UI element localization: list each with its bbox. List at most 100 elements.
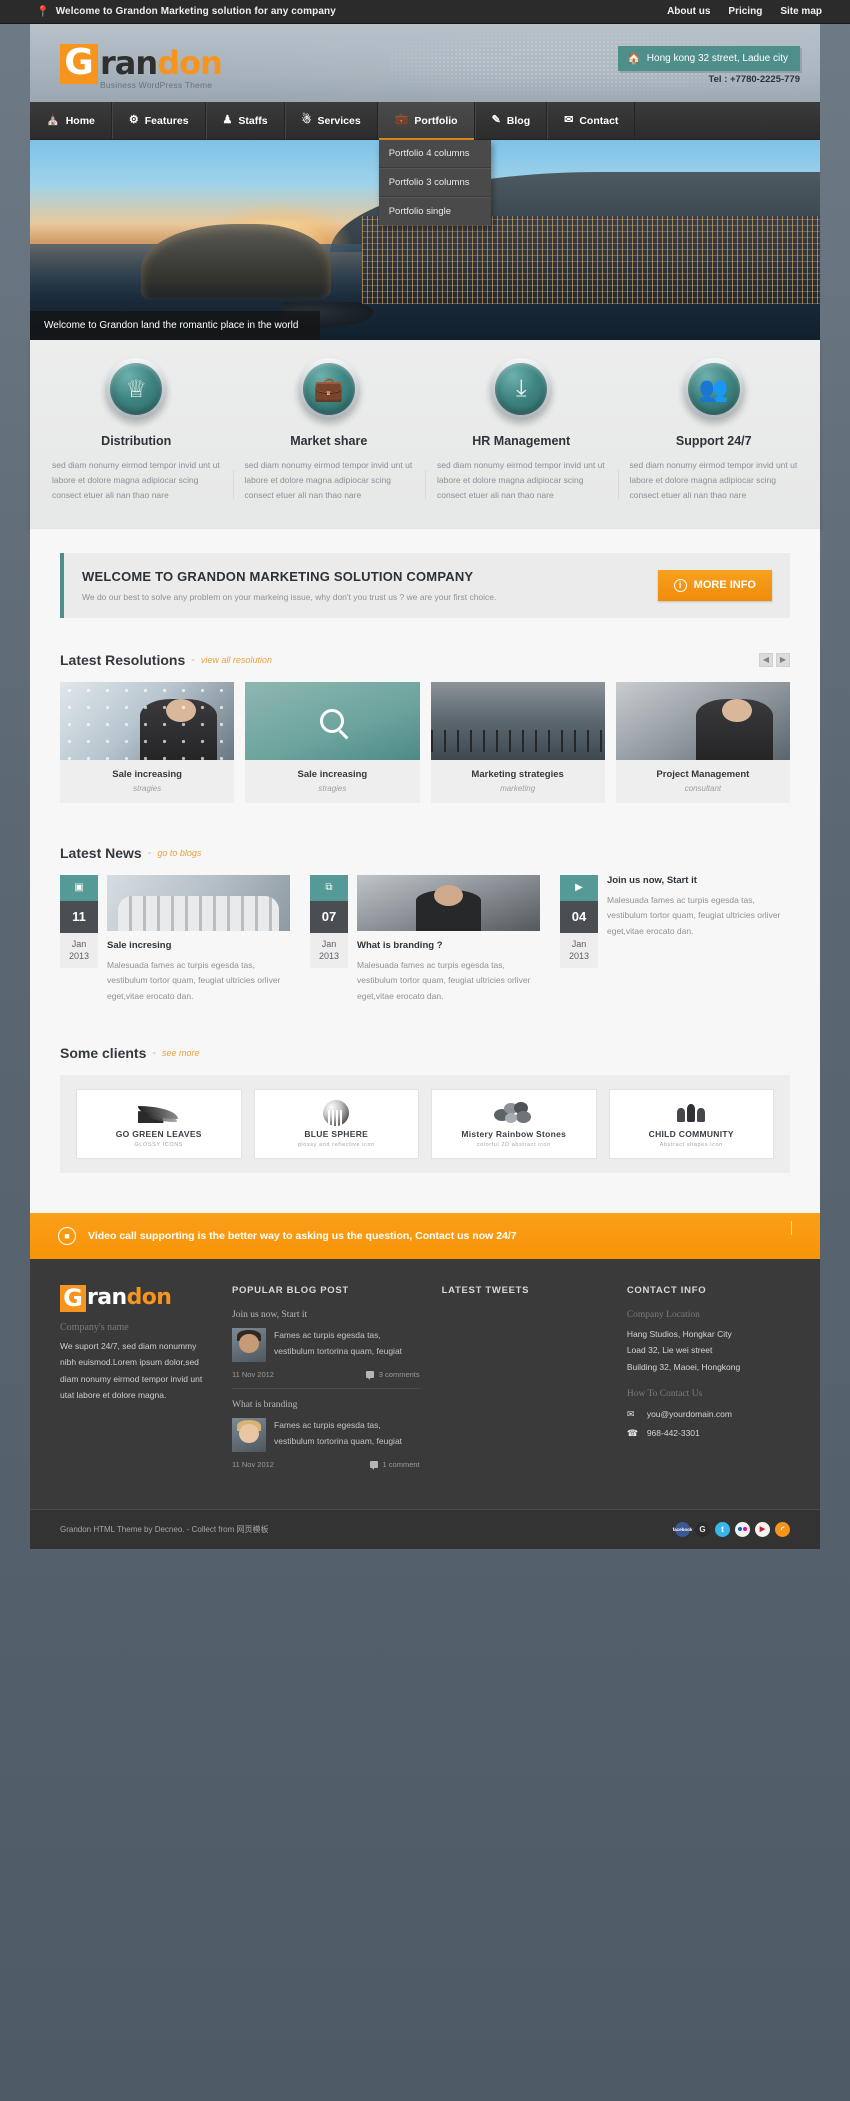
feature-card-distribution[interactable]: ♕ Distribution sed diam nonumy eirmod te… <box>40 358 233 503</box>
view-all-resolution-link[interactable]: view all resolution <box>201 655 272 665</box>
google-plus-icon[interactable]: G <box>695 1521 710 1537</box>
social-links: facebook G t ▶ ◜ <box>673 1521 790 1537</box>
news-item[interactable]: ▣ 11 Jan 2013 Sale incresing Malesuada f… <box>60 874 290 1005</box>
news-day: 04 <box>560 900 598 933</box>
feature-icon-badge: 💼 <box>297 358 360 420</box>
see-more-clients-link[interactable]: see more <box>162 1048 200 1058</box>
how-to-contact-label: How To Contact Us <box>626 1389 703 1400</box>
dropdown-item-portfolio-3-columns[interactable]: Portfolio 3 columns <box>378 168 491 197</box>
dropdown-item-portfolio-4-columns[interactable]: Portfolio 4 columns <box>378 140 491 168</box>
feature-text: sed diam nonumy eirmod tempor invid unt … <box>52 460 220 500</box>
news-month: Jan <box>71 938 87 949</box>
footer-post-comments[interactable]: 3 comments <box>379 1370 420 1379</box>
client-name: GO GREEN LEAVES <box>115 1128 202 1139</box>
address-badge: 🏠 Hong kong 32 street, Ladue city <box>618 46 800 71</box>
go-to-blogs-link[interactable]: go to blogs <box>157 848 201 858</box>
nav-label: Blog <box>506 114 531 127</box>
news-month: Jan <box>571 938 587 949</box>
nav-item-portfolio[interactable]: 💼 Portfolio Portfolio 4 columns Portfoli… <box>377 102 491 225</box>
client-card[interactable]: Mistery Rainbow Stones colorful 2D abstr… <box>431 1088 597 1159</box>
rss-icon[interactable]: ◜ <box>775 1521 790 1537</box>
top-link-pricing[interactable]: Pricing <box>728 6 762 17</box>
copyright-text: Grandon HTML Theme by Decneo. - Collect … <box>60 1524 269 1534</box>
footer-column-heading: POPULAR BLOG POST <box>232 1284 349 1296</box>
footer-bottom-bar: Grandon HTML Theme by Decneo. - Collect … <box>30 1508 820 1549</box>
site-header: G randon Business WordPress Theme 🏠 Hong… <box>30 24 820 102</box>
clients-header: Some clients - see more <box>60 1045 790 1061</box>
news-text: Malesuada fames ac turpis egesda tas, ve… <box>357 959 531 1002</box>
client-card[interactable]: GO GREEN LEAVES GLOSSY ICONS <box>76 1088 242 1159</box>
facebook-icon[interactable]: facebook <box>673 1521 692 1537</box>
feature-title: Market share <box>290 434 368 448</box>
location-pin-icon: 📍 <box>36 6 50 18</box>
resolution-card[interactable]: Marketing strategies marketing <box>430 681 605 803</box>
nav-item-blog[interactable]: ✎ Blog <box>474 102 548 139</box>
info-circle-icon: i <box>673 578 687 592</box>
site-logo[interactable]: G randon Business WordPress Theme <box>60 44 223 90</box>
top-link-site-map[interactable]: Site map <box>780 6 822 17</box>
nav-item-services[interactable]: ☃ Services <box>284 102 378 139</box>
section-title: Some clients <box>60 1044 147 1061</box>
footer-post-date: 11 Nov 2012 <box>232 1459 274 1469</box>
resolution-card[interactable]: Project Management consultant <box>615 681 790 803</box>
footer-post-text: Fames ac turpis egesda tas, vestibulum t… <box>274 1329 403 1356</box>
client-name: Mistery Rainbow Stones <box>461 1128 567 1139</box>
news-date-badge: ▣ 11 Jan 2013 <box>60 874 98 1005</box>
feature-card-hr-management[interactable]: ⤓ HR Management sed diam nonumy eirmod t… <box>425 358 618 503</box>
news-item[interactable]: ▶ 04 Jan 2013 Join us now, Start it Male… <box>560 874 790 1005</box>
footer-blog-column: POPULAR BLOG POST Join us now, Start it … <box>232 1285 420 1489</box>
company-location-line: Hang Studios, Hongkar City <box>626 1328 732 1339</box>
resolution-card[interactable]: Sale increasing stragies <box>60 681 235 803</box>
footer-logo-part2: don <box>126 1284 172 1310</box>
twitter-icon[interactable]: t <box>715 1521 730 1537</box>
youtube-icon[interactable]: ▶ <box>755 1521 770 1537</box>
news-day: 11 <box>60 900 98 933</box>
footer-blog-post[interactable]: Join us now, Start it Fames ac turpis eg… <box>232 1310 420 1389</box>
footer-logo[interactable]: G randon <box>60 1284 210 1312</box>
footer-blog-post[interactable]: What is branding Fames ac turpis egesda … <box>232 1400 420 1478</box>
resolution-title: Sale increasing <box>297 768 368 780</box>
section-dash: - <box>191 653 195 666</box>
client-subtitle: Abstract shapes icon <box>659 1141 723 1148</box>
dropdown-item-portfolio-single[interactable]: Portfolio single <box>378 197 491 225</box>
welcome-banner: WELCOME TO GRANDON MARKETING SOLUTION CO… <box>60 552 790 618</box>
page-wrapper: G randon Business WordPress Theme 🏠 Hong… <box>30 24 820 1549</box>
nav-item-contact[interactable]: ✉ Contact <box>547 102 636 139</box>
video-icon: ▶ <box>560 874 598 901</box>
footer-logo-part1: ran <box>87 1284 127 1310</box>
nav-item-features[interactable]: ⚙ Features <box>111 102 206 139</box>
leaf-logo-icon <box>137 1100 180 1126</box>
news-year: 2013 <box>568 950 590 961</box>
site-footer: G randon Company's name We suport 24/7, … <box>30 1258 820 1509</box>
carousel-prev-button[interactable]: ◀ <box>759 652 773 667</box>
flickr-icon[interactable] <box>735 1521 750 1537</box>
telephone-text: Tel : +7780-2225-779 <box>708 74 800 85</box>
footer-post-title: What is branding <box>232 1399 298 1410</box>
top-link-about-us[interactable]: About us <box>667 6 710 17</box>
client-card[interactable]: CHILD COMMUNITY Abstract shapes icon <box>608 1088 774 1159</box>
main-content: WELCOME TO GRANDON MARKETING SOLUTION CO… <box>30 528 820 1213</box>
feature-text: sed diam nonumy eirmod tempor invid unt … <box>244 460 413 500</box>
contact-email-row[interactable]: ✉ you@yourdomain.com <box>627 1405 790 1424</box>
feature-icon-badge: ⤓ <box>490 358 553 420</box>
briefcase-icon: 💼 <box>302 363 355 415</box>
more-info-label: MORE INFO <box>693 579 756 592</box>
nav-item-staffs[interactable]: ♟ Staffs <box>205 102 285 139</box>
news-item[interactable]: ⧉ 07 Jan 2013 What is branding ? Malesua… <box>310 874 540 1005</box>
more-info-button[interactable]: i MORE INFO <box>657 569 772 601</box>
nav-item-home[interactable]: ⛪ Home <box>30 102 112 139</box>
resolution-card[interactable]: Sale increasing stragies <box>245 681 420 803</box>
mail-icon: ✉ <box>564 114 574 126</box>
comment-icon <box>369 1460 378 1470</box>
feature-card-support-247[interactable]: 👥 Support 24/7 sed diam nonumy eirmod te… <box>617 358 811 503</box>
feature-text: sed diam nonumy eirmod tempor invid unt … <box>437 460 605 500</box>
client-card[interactable]: BLUE SPHERE glossy and reflective icon <box>253 1088 419 1159</box>
footer-post-comments[interactable]: 1 comment <box>383 1460 420 1469</box>
feature-card-market-share[interactable]: 💼 Market share sed diam nonumy eirmod te… <box>232 358 426 503</box>
footer-post-text: Fames ac turpis egesda tas, vestibulum t… <box>274 1419 403 1446</box>
section-dash: - <box>152 1046 157 1059</box>
contact-phone-row[interactable]: ☎ 968-442-3301 <box>627 1424 790 1443</box>
company-location-label: Company Location <box>626 1309 700 1320</box>
carousel-next-button[interactable]: ▶ <box>776 652 790 667</box>
video-call-cta-bar[interactable]: ■ Video call supporting is the better wa… <box>30 1212 820 1259</box>
